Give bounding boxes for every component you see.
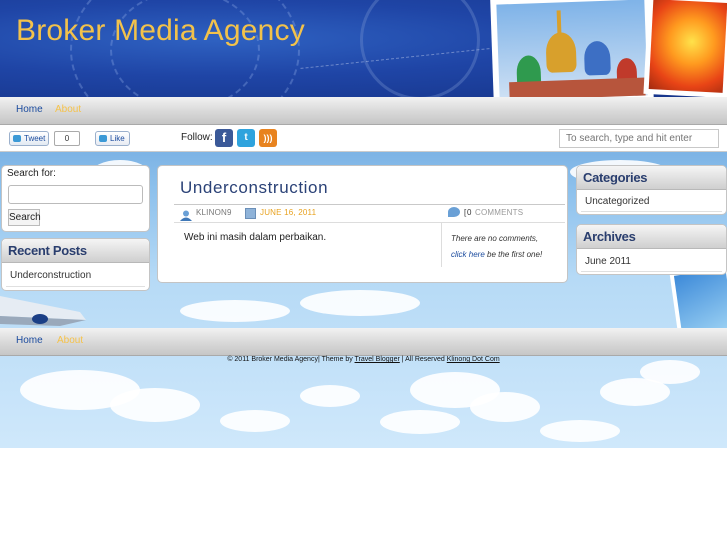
search-label: Search for: (7, 168, 56, 179)
comment-count[interactable]: 0 (467, 208, 472, 217)
search-button[interactable]: Search (8, 209, 41, 226)
compass-image (360, 0, 480, 97)
facebook-like-button[interactable]: Like (95, 131, 130, 146)
author-icon (180, 208, 192, 221)
twitter-icon[interactable]: t (237, 129, 255, 147)
sidebar-search-input[interactable] (8, 185, 143, 204)
recent-posts-widget: Recent Posts Underconstruction (1, 238, 150, 291)
header-search-input[interactable] (559, 129, 719, 148)
like-label: Like (110, 134, 125, 143)
comments-label[interactable]: COMMENTS (475, 208, 523, 217)
moscow-postcard-image (490, 0, 654, 97)
post-author[interactable]: KLINON9 (196, 208, 232, 217)
comment-icon (448, 207, 460, 217)
tweet-count: 0 (54, 131, 80, 146)
nav-about-link[interactable]: About (55, 104, 81, 115)
nav-home-link[interactable]: Home (16, 104, 43, 115)
top-navigation: Home About (0, 97, 727, 125)
archive-link[interactable]: June 2011 (585, 256, 631, 267)
rss-icon[interactable]: ))) (259, 129, 277, 147)
post-body: Web ini masih dalam perbaikan. (184, 232, 327, 243)
social-bar: Tweet 0 Like Follow: f t ))) (0, 125, 727, 152)
archives-widget: Archives June 2011 (576, 224, 727, 275)
page-background: Broker Media Agency Home About Tweet 0 L… (0, 0, 727, 448)
tweet-button[interactable]: Tweet (9, 131, 49, 146)
site-title[interactable]: Broker Media Agency (16, 14, 305, 48)
footer-credits: © 2011 Broker Media Agency| Theme by Tra… (227, 356, 500, 363)
sunset-photo-image (643, 0, 727, 97)
categories-heading: Categories (583, 170, 648, 185)
footer-home-link[interactable]: Home (16, 335, 43, 346)
category-link[interactable]: Uncategorized (585, 196, 649, 207)
footer-about-link[interactable]: About (57, 335, 83, 346)
archives-heading: Archives (583, 229, 636, 244)
theme-credit-link[interactable]: Travel Blogger (355, 356, 400, 363)
follow-label: Follow: (181, 132, 213, 143)
site-header: Broker Media Agency (0, 0, 727, 97)
no-comments-text: There are no comments, click here be the… (451, 234, 543, 259)
click-here-link[interactable]: click here (451, 250, 485, 259)
post-card: Underconstruction KLINON9 JUNE 16, 2011 … (157, 165, 568, 283)
facebook-icon[interactable]: f (215, 129, 233, 147)
search-widget: Search for: Search (1, 165, 150, 232)
tweet-label: Tweet (24, 134, 46, 143)
airplane-image (0, 292, 100, 330)
calendar-icon (245, 208, 256, 219)
post-title[interactable]: Underconstruction (180, 178, 328, 198)
post-date: JUNE 16, 2011 (260, 208, 317, 217)
bottom-navigation: Home About (0, 328, 727, 356)
recent-posts-heading: Recent Posts (8, 243, 87, 258)
categories-widget: Categories Uncategorized (576, 165, 727, 215)
recent-post-link[interactable]: Underconstruction (10, 270, 91, 281)
site-credit-link[interactable]: Klinong Dot Com (447, 356, 500, 363)
